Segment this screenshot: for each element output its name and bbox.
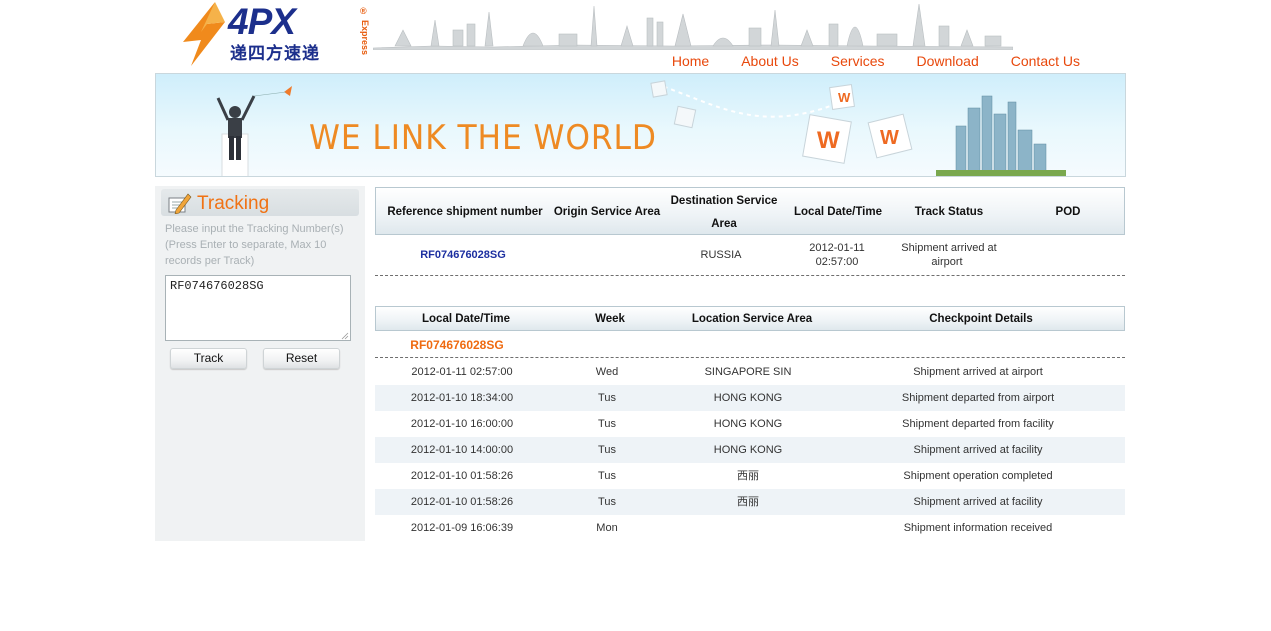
col-local-datetime: Local Date/Time [794, 206, 882, 218]
logo[interactable]: 4PX 递四方速递 ® Express [179, 0, 370, 68]
tracking-number-input[interactable]: RF074676028SG [165, 275, 351, 341]
detail-row: 2012-01-10 01:58:26 Tus 西丽 Shipment arri… [375, 489, 1125, 515]
nav-home[interactable]: Home [672, 52, 709, 70]
svg-text:W: W [880, 127, 899, 149]
col-pod: POD [1055, 206, 1081, 218]
tracking-title-bar: Tracking [161, 189, 359, 216]
detail-location: 西丽 [737, 496, 759, 508]
detail-checkpoint: Shipment arrived at airport [913, 366, 1043, 378]
site-header: 4PX 递四方速递 ® Express Home About Us Servic… [155, 0, 1126, 74]
detail-checkpoint: Shipment arrived at facility [913, 444, 1043, 456]
detail-datetime: 2012-01-10 16:00:00 [410, 418, 514, 430]
summary-date: 2012-01-11 [809, 242, 865, 254]
col-reference: Reference shipment number [387, 206, 543, 218]
detail-week: Tus [598, 444, 616, 456]
details-divider [375, 357, 1125, 358]
details-table-header: Local Date/Time Week Location Service Ar… [375, 306, 1125, 331]
nav-contact-us[interactable]: Contact Us [1011, 52, 1080, 70]
summary-status-line2: airport [931, 256, 963, 268]
resize-handle-icon[interactable] [341, 332, 349, 340]
banner-slogan: WE LINK THE WORLD [309, 118, 657, 158]
shipment-ref-link[interactable]: RF074676028SG [381, 248, 545, 262]
reset-button[interactable]: Reset [263, 348, 340, 369]
detail-checkpoint: Shipment information received [903, 522, 1053, 534]
nav-download[interactable]: Download [916, 52, 978, 70]
detail-week: Tus [598, 392, 616, 404]
summary-destination: RUSSIA [700, 249, 742, 261]
detail-row: 2012-01-10 14:00:00 Tus HONG KONG Shipme… [375, 437, 1125, 463]
detail-datetime: 2012-01-10 01:58:26 [410, 470, 514, 482]
detail-row: 2012-01-09 16:06:39 Mon Shipment informa… [375, 515, 1125, 541]
logo-brand: 4PX [228, 1, 296, 42]
track-button[interactable]: Track [170, 348, 247, 369]
detail-datetime: 2012-01-10 01:58:26 [410, 496, 514, 508]
logo-mark-icon [183, 2, 225, 66]
summary-table-header: Reference shipment number Origin Service… [375, 187, 1125, 235]
main-nav: Home About Us Services Download Contact … [640, 52, 1080, 70]
detail-week: Wed [595, 366, 619, 378]
detail-checkpoint: Shipment operation completed [903, 470, 1053, 482]
detail-row: 2012-01-10 01:58:26 Tus 西丽 Shipment oper… [375, 463, 1125, 489]
detail-datetime: 2012-01-09 16:06:39 [410, 522, 514, 534]
col-location: Location Service Area [691, 313, 813, 325]
details-group-ref: RF074676028SG [410, 338, 504, 352]
col-track-status: Track Status [914, 206, 984, 218]
summary-divider [375, 275, 1125, 276]
world-landmarks-skyline [373, 3, 1013, 50]
pencil-icon [168, 193, 192, 214]
detail-location: SINGAPORE SIN [704, 366, 792, 378]
svg-text:W: W [817, 127, 840, 154]
detail-week: Tus [598, 470, 616, 482]
detail-location: HONG KONG [713, 418, 783, 430]
detail-row: 2012-01-10 16:00:00 Tus HONG KONG Shipme… [375, 411, 1125, 437]
svg-text:W: W [838, 90, 851, 105]
logo-express: Express [360, 20, 370, 56]
nav-services[interactable]: Services [831, 52, 885, 70]
col-origin: Origin Service Area [553, 206, 661, 218]
col-detail-datetime: Local Date/Time [422, 313, 510, 325]
hero-banner: W W W WE LINK THE WORLD [155, 73, 1126, 177]
detail-week: Mon [596, 522, 618, 534]
tracking-sidebar: Tracking Please input the Tracking Numbe… [155, 186, 365, 541]
registered-mark: ® [360, 6, 367, 16]
detail-week: Tus [598, 418, 616, 430]
detail-location: HONG KONG [713, 444, 783, 456]
summary-status-line1: Shipment arrived at [901, 242, 997, 254]
col-checkpoint: Checkpoint Details [929, 313, 1033, 325]
col-destination: Destination Service Area [670, 195, 778, 230]
letter-cube-icon: W W W [802, 84, 913, 164]
nav-about-us[interactable]: About Us [741, 52, 799, 70]
detail-datetime: 2012-01-10 18:34:00 [410, 392, 514, 404]
detail-checkpoint: Shipment departed from airport [901, 392, 1055, 404]
tracking-title: Tracking [197, 193, 270, 214]
detail-datetime: 2012-01-11 02:57:00 [411, 366, 513, 378]
detail-row: 2012-01-11 02:57:00 Wed SINGAPORE SIN Sh… [375, 359, 1125, 385]
summary-time: 02:57:00 [815, 256, 859, 268]
col-week: Week [595, 313, 625, 325]
detail-checkpoint: Shipment departed from facility [902, 418, 1054, 430]
detail-checkpoint: Shipment arrived at facility [913, 496, 1043, 508]
detail-location: 西丽 [737, 470, 759, 482]
detail-location: HONG KONG [713, 392, 783, 404]
detail-datetime: 2012-01-10 14:00:00 [410, 444, 514, 456]
detail-row: 2012-01-10 18:34:00 Tus HONG KONG Shipme… [375, 385, 1125, 411]
tracking-hint: Please input the Tracking Number(s) (Pre… [165, 223, 344, 267]
detail-week: Tus [598, 496, 616, 508]
logo-brand-cn: 递四方速递 [230, 44, 320, 63]
